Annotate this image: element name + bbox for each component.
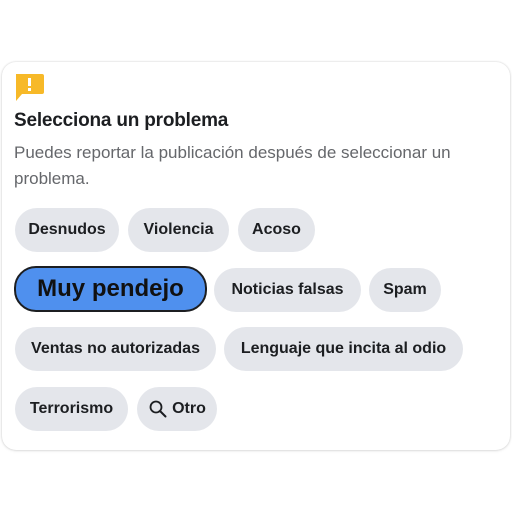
option-ventas-no-autorizadas[interactable]: Ventas no autorizadas (15, 327, 216, 371)
option-label: Spam (383, 281, 427, 298)
option-violencia[interactable]: Violencia (128, 208, 229, 252)
option-label: Acoso (252, 221, 301, 238)
option-desnudos[interactable]: Desnudos (15, 208, 119, 252)
option-lenguaje-odio[interactable]: Lenguaje que incita al odio (224, 327, 463, 371)
dialog-title: Selecciona un problema (14, 110, 229, 131)
dialog-subtitle: Puedes reportar la publicación después d… (14, 143, 451, 188)
option-noticias-falsas[interactable]: Noticias falsas (214, 268, 361, 312)
report-page: Selecciona un problema Puedes reportar l… (0, 0, 512, 512)
option-label: Lenguaje que incita al odio (240, 340, 447, 357)
option-label: Noticias falsas (231, 281, 344, 298)
option-label: Violencia (143, 221, 214, 238)
option-label: Terrorismo (29, 400, 114, 417)
search-icon (149, 400, 167, 418)
option-acoso[interactable]: Acoso (238, 208, 315, 252)
option-label: Otro (172, 400, 206, 417)
option-label: Desnudos (28, 221, 106, 238)
option-otro[interactable]: Otro (137, 387, 217, 431)
option-spam[interactable]: Spam (369, 268, 441, 312)
option-label: Muy pendejo (37, 275, 184, 302)
flag-icon (16, 74, 44, 101)
option-muy-pendejo[interactable]: Muy pendejo (14, 266, 207, 312)
option-terrorismo[interactable]: Terrorismo (15, 387, 128, 431)
option-label: Ventas no autorizadas (31, 340, 200, 357)
